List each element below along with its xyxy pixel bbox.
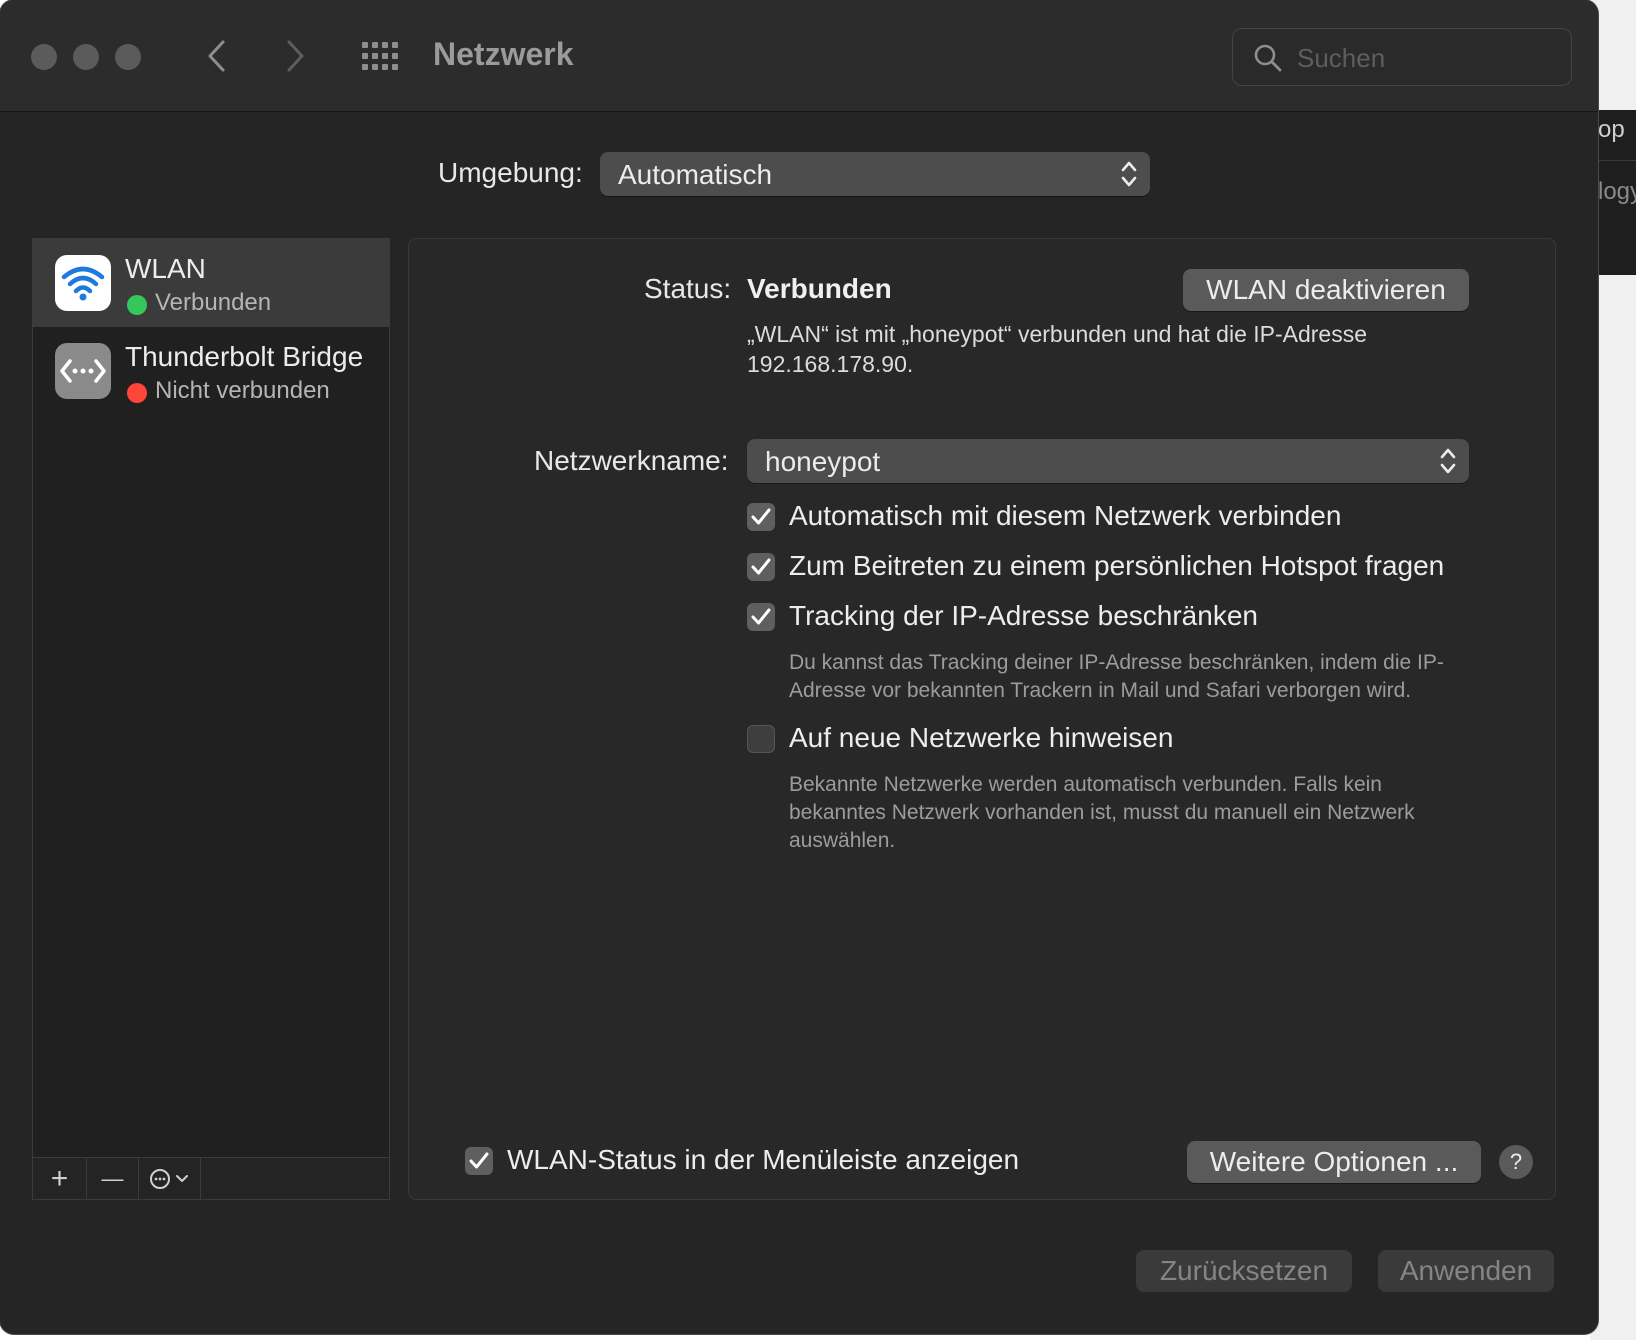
minimize-window-button[interactable]: [73, 44, 99, 70]
window-title: Netzwerk: [433, 36, 574, 72]
ask-new-networks-hint: Bekannte Netzwerke werden automatisch ve…: [789, 771, 1415, 855]
checkmark-icon: [751, 608, 771, 625]
show-all-grid-icon[interactable]: [360, 40, 400, 72]
network-name-select[interactable]: honeypot: [747, 439, 1469, 483]
checkmark-icon: [469, 1152, 489, 1169]
hint-line: Du kannst das Tracking deiner IP-Adresse…: [789, 651, 1444, 674]
checkmark-icon: [751, 558, 771, 575]
service-status: Verbunden: [155, 289, 272, 316]
chevron-left-icon: [208, 40, 225, 72]
more-options-button[interactable]: Weitere Optionen ...: [1187, 1141, 1481, 1183]
search-placeholder: Suchen: [1297, 43, 1386, 73]
close-window-button[interactable]: [31, 44, 57, 70]
hint-line: auswählen.: [789, 829, 896, 852]
search-icon: [1253, 43, 1283, 78]
service-item-wlan[interactable]: WLAN Verbunden: [33, 239, 389, 327]
service-status: Nicht verbunden: [155, 377, 330, 404]
wifi-icon: [55, 255, 111, 311]
titlebar: Netzwerk Suchen: [0, 0, 1598, 112]
service-list: WLAN Verbunden Thunderbolt Bridge Nicht …: [32, 238, 390, 1200]
status-description: „WLAN“ ist mit „honeypot“ verbunden und …: [747, 319, 1367, 379]
back-button[interactable]: [196, 34, 236, 78]
location-label: Umgebung:: [438, 157, 583, 188]
search-field[interactable]: Suchen: [1232, 28, 1572, 86]
status-description-line: „WLAN“ ist mit „honeypot“ verbunden und …: [747, 321, 1368, 347]
location-value: Automatisch: [618, 159, 773, 190]
auto-join-label[interactable]: Automatisch mit diesem Netzwerk verbinde…: [789, 500, 1341, 532]
up-down-chevron-icon: [1120, 159, 1138, 194]
service-list-toolbar: + —: [33, 1157, 389, 1200]
status-dot-green: [127, 295, 147, 315]
show-in-menubar-checkbox[interactable]: [465, 1147, 493, 1175]
hotspot-ask-label[interactable]: Zum Beitreten zu einem persönlichen Hots…: [789, 550, 1444, 582]
auto-join-checkbox[interactable]: [747, 503, 775, 531]
network-name-value: honeypot: [765, 446, 881, 477]
location-select[interactable]: Automatisch: [600, 152, 1150, 196]
hotspot-ask-checkbox[interactable]: [747, 553, 775, 581]
service-name: Thunderbolt Bridge: [125, 341, 364, 372]
reset-button[interactable]: Zurücksetzen: [1136, 1250, 1352, 1292]
hint-line: Bekannte Netzwerke werden automatisch ve…: [789, 773, 1382, 796]
status-dot-red: [127, 383, 147, 403]
background-app-text: logy: [1598, 178, 1636, 205]
ask-new-networks-label[interactable]: Auf neue Netzwerke hinweisen: [789, 722, 1173, 754]
checkmark-icon: [751, 508, 771, 525]
status-value: Verbunden: [747, 273, 892, 304]
hint-line: bekanntes Netzwerk vorhanden ist, musst …: [789, 801, 1415, 824]
status-label: Status:: [644, 273, 732, 304]
limit-ip-tracking-checkbox[interactable]: [747, 603, 775, 631]
minus-icon: —: [101, 1166, 124, 1191]
forward-button[interactable]: [276, 34, 316, 78]
hint-line: Adresse vor bekannten Trackern in Mail u…: [789, 679, 1412, 702]
service-detail-panel: Status: Verbunden WLAN deaktivieren „WLA…: [408, 238, 1556, 1200]
network-preferences-window: Netzwerk Suchen Umgebung: Automatisch WL…: [0, 0, 1598, 1334]
chevron-right-icon: [287, 40, 304, 72]
service-name: WLAN: [125, 253, 206, 284]
network-name-label: Netzwerkname:: [534, 445, 729, 476]
service-actions-menu-button[interactable]: [139, 1158, 201, 1200]
ellipsis-circle-chevron-icon: [149, 1169, 188, 1189]
up-down-chevron-icon: [1439, 446, 1457, 481]
thunderbolt-bridge-icon: [55, 343, 111, 399]
wlan-deactivate-button[interactable]: WLAN deaktivieren: [1183, 269, 1469, 311]
limit-ip-tracking-hint: Du kannst das Tracking deiner IP-Adresse…: [789, 649, 1444, 705]
show-in-menubar-label[interactable]: WLAN-Status in der Menüleiste anzeigen: [507, 1144, 1019, 1176]
service-item-thunderbolt-bridge[interactable]: Thunderbolt Bridge Nicht verbunden: [33, 327, 389, 415]
add-service-button[interactable]: +: [33, 1158, 87, 1200]
help-button[interactable]: ?: [1499, 1145, 1533, 1179]
zoom-window-button[interactable]: [115, 44, 141, 70]
remove-service-button[interactable]: —: [87, 1158, 139, 1200]
background-app-text: op: [1598, 116, 1625, 143]
ask-new-networks-checkbox[interactable]: [747, 725, 775, 753]
status-description-line: 192.168.178.90.: [747, 351, 914, 377]
limit-ip-tracking-label[interactable]: Tracking der IP-Adresse beschränken: [789, 600, 1258, 632]
apply-button[interactable]: Anwenden: [1378, 1250, 1554, 1292]
plus-icon: +: [50, 1162, 69, 1195]
